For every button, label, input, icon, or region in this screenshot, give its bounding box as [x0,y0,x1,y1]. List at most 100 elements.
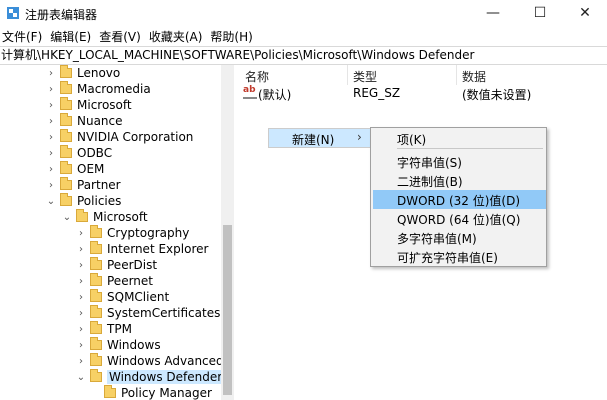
tree-item-label: Peernet [107,274,153,288]
tree-item-windows-advanced-threat-protection[interactable]: › Windows Advanced Threat Protection [76,353,233,369]
menu-item-key[interactable]: 项(K) [373,129,546,148]
folder-icon [90,289,102,302]
folder-icon [90,305,102,318]
tree-item-peerdist[interactable]: › PeerDist [76,257,157,273]
chevron-right-icon[interactable]: › [46,65,56,81]
menu-edit[interactable]: 编辑(E) [48,28,95,45]
context-menu: 新建(N) › [268,128,371,148]
menu-view[interactable]: 查看(V) [97,28,145,45]
column-header-name[interactable]: 名称 [245,68,269,85]
new-submenu: 项(K) 字符串值(S) 二进制值(B) DWORD (32 位)值(D) QW… [370,127,547,267]
tree-item-oem[interactable]: › OEM [46,161,104,177]
tree-item-label: Microsoft [93,210,148,224]
close-button[interactable]: ✕ [562,0,607,26]
value-row[interactable]: ab (默认) REG_SZ (数值未设置) [240,85,607,102]
folder-icon [60,129,72,142]
tree-item-label: Windows Defender [107,370,225,384]
menu-item-qword-value[interactable]: QWORD (64 位)值(Q) [373,209,546,228]
maximize-button[interactable]: ☐ [517,0,563,26]
menu-item-new[interactable]: 新建(N) › [269,129,370,147]
tree-item-lenovo[interactable]: › Lenovo [46,65,120,81]
tree-item-label: PeerDist [107,258,158,272]
submenu-arrow-icon: › [357,130,362,144]
tree-item-macromedia[interactable]: › Macromedia [46,81,151,97]
menu-item-binary-value[interactable]: 二进制值(B) [373,171,546,190]
tree-item-internet-explorer[interactable]: › Internet Explorer [76,241,208,257]
tree-item-nuance[interactable]: › Nuance [46,113,123,129]
menu-favorites[interactable]: 收藏夹(A) [147,28,207,45]
tree-item-systemcertificates[interactable]: › SystemCertificates [76,305,220,321]
tree-item-microsoft[interactable]: › Microsoft [46,97,132,113]
chevron-right-icon[interactable]: › [76,273,86,289]
chevron-right-icon[interactable]: › [46,97,56,113]
chevron-right-icon[interactable]: › [46,81,56,97]
tree-item-tpm[interactable]: › TPM [76,321,132,337]
chevron-right-icon[interactable]: › [76,225,86,241]
menu-item-label: 多字符串值(M) [397,232,477,246]
value-name: (默认) [258,88,292,102]
tree-item-label: OEM [77,162,105,176]
tree-item-policies[interactable]: ⌄ Policies [46,193,121,209]
tree-item-peernet[interactable]: › Peernet [76,273,153,289]
folder-icon [104,385,116,398]
menu-item-expandable-string-value[interactable]: 可扩充字符串值(E) [373,247,546,266]
column-divider[interactable] [347,65,348,85]
menu-item-label: 字符串值(S) [397,156,462,170]
menu-file[interactable]: 文件(F) [0,28,46,45]
menu-bar: 文件(F) 编辑(E) 查看(V) 收藏夹(A) 帮助(H) [0,26,607,46]
chevron-down-icon[interactable]: ⌄ [76,369,86,385]
chevron-right-icon[interactable]: › [76,353,86,369]
tree-item-cryptography[interactable]: › Cryptography [76,225,189,241]
tree-item-partner[interactable]: › Partner [46,177,121,193]
chevron-right-icon[interactable]: › [76,289,86,305]
menu-item-label: 项(K) [397,133,427,147]
tree-item-sqmclient[interactable]: › SQMClient [76,289,169,305]
tree-item-policies-microsoft[interactable]: ⌄ Microsoft [62,209,148,225]
menu-item-string-value[interactable]: 字符串值(S) [373,152,546,171]
tree-item-label: SystemCertificates [107,306,221,320]
minimize-button[interactable]: — [470,0,516,26]
chevron-right-icon[interactable]: › [76,321,86,337]
tree-item-label: NVIDIA Corporation [77,130,194,144]
menu-item-new-label: 新建(N) [292,133,335,147]
column-header-type[interactable]: 类型 [353,68,377,85]
menu-item-label: DWORD (32 位)值(D) [397,194,520,208]
menu-item-dword-value[interactable]: DWORD (32 位)值(D) [373,190,546,209]
address-bar[interactable]: 计算机\HKEY_LOCAL_MACHINE\SOFTWARE\Policies… [0,46,607,65]
menu-item-label: QWORD (64 位)值(Q) [397,213,521,227]
chevron-none [90,385,100,400]
menu-separator [397,148,543,149]
chevron-down-icon[interactable]: ⌄ [62,209,72,225]
tree-item-windows-defender[interactable]: ⌄ Windows Defender [76,369,225,385]
chevron-right-icon[interactable]: › [46,129,56,145]
tree-item-label: SQMClient [107,290,170,304]
chevron-right-icon[interactable]: › [46,177,56,193]
folder-icon [60,177,72,190]
chevron-right-icon[interactable]: › [46,161,56,177]
tree-item-label: TPM [107,322,132,336]
chevron-right-icon[interactable]: › [46,145,56,161]
menu-item-multi-string-value[interactable]: 多字符串值(M) [373,228,546,247]
chevron-right-icon[interactable]: › [76,337,86,353]
menu-help[interactable]: 帮助(H) [208,28,256,45]
tree-item-policy-manager[interactable]: Policy Manager [90,385,212,400]
tree-item-windows[interactable]: › Windows [76,337,161,353]
tree-item-label: Microsoft [77,98,132,112]
chevron-right-icon[interactable]: › [76,257,86,273]
tree-item-odbc[interactable]: › ODBC [46,145,112,161]
column-header-data[interactable]: 数据 [462,68,486,85]
chevron-right-icon[interactable]: › [76,241,86,257]
tree-item-label: Policy Manager [121,386,212,400]
tree-item-label: Partner [77,178,121,192]
tree-item-nvidia[interactable]: › NVIDIA Corporation [46,129,193,145]
chevron-right-icon[interactable]: › [46,113,56,129]
column-divider[interactable] [456,65,457,85]
chevron-down-icon[interactable]: ⌄ [46,193,56,209]
tree-scrollbar[interactable] [221,65,234,400]
chevron-right-icon[interactable]: › [76,305,86,321]
folder-icon [60,97,72,110]
folder-icon [60,161,72,174]
tree-item-label: Cryptography [107,226,190,240]
folder-icon [90,369,102,382]
scrollbar-thumb[interactable] [223,225,232,395]
